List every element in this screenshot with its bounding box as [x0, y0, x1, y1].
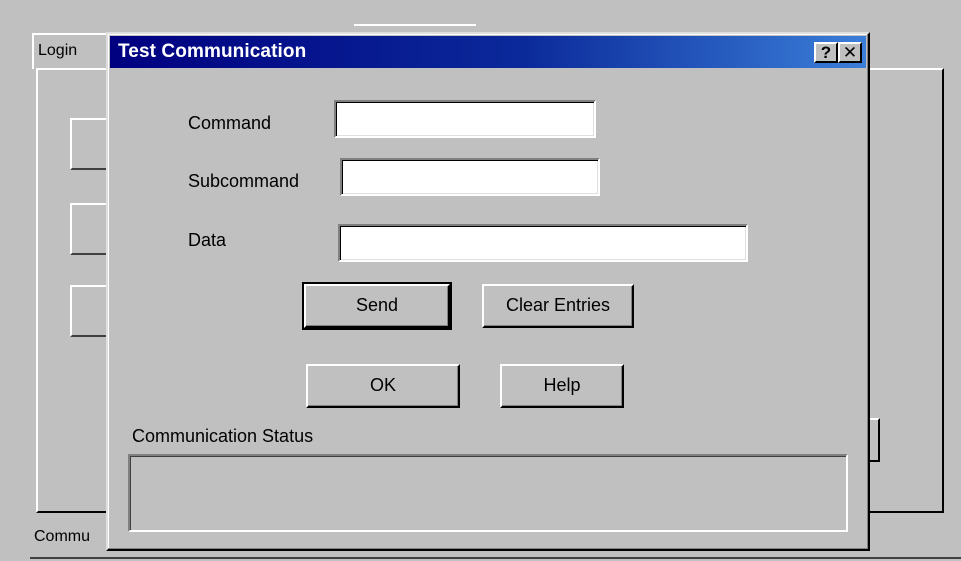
close-icon: ✕ — [842, 43, 858, 62]
clear-entries-button-label: Clear Entries — [505, 295, 611, 315]
data-label: Data — [188, 230, 227, 250]
context-help-button[interactable]: ? — [814, 42, 838, 63]
test-communication-dialog: Test Communication ? ✕ Command Subcomman… — [106, 32, 870, 551]
command-label: Command — [188, 113, 272, 133]
subcommand-input[interactable] — [340, 158, 600, 196]
clear-entries-button[interactable]: Clear Entries — [482, 284, 634, 328]
send-button-label: Send — [355, 295, 399, 315]
help-button-label: Help — [543, 375, 581, 395]
help-button[interactable]: Help — [500, 364, 624, 408]
background-status-text: Commu — [34, 528, 91, 545]
ok-button-label: OK — [369, 375, 396, 395]
communication-status-box — [128, 454, 848, 532]
subcommand-label: Subcommand — [188, 171, 300, 191]
background-tab-strip — [354, 24, 476, 26]
question-icon: ? — [820, 43, 832, 62]
data-input[interactable] — [338, 224, 748, 262]
tab-login-label: Login — [38, 42, 78, 59]
send-button[interactable]: Send — [302, 282, 452, 330]
ok-button[interactable]: OK — [306, 364, 460, 408]
dialog-title: Test Communication — [118, 41, 307, 62]
command-input[interactable] — [334, 100, 596, 138]
dialog-titlebar[interactable]: Test Communication ? ✕ — [110, 36, 866, 68]
background-divider — [30, 557, 961, 559]
communication-status-label: Communication Status — [132, 426, 314, 446]
tab-login[interactable]: Login — [32, 33, 112, 69]
close-button[interactable]: ✕ — [838, 42, 862, 63]
